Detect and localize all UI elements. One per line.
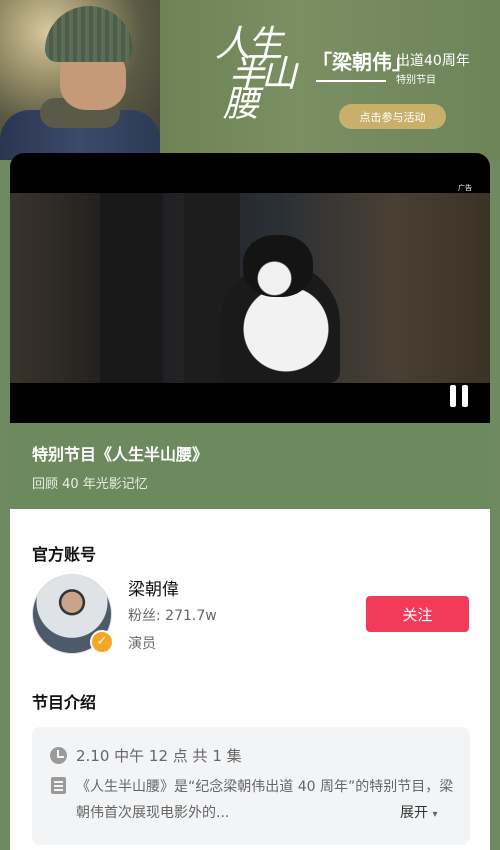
account-fans: 粉丝: 271.7w [128, 608, 217, 624]
program-subtitle: 回顾 40 年光影记忆 [32, 477, 148, 492]
brand-underline [316, 80, 386, 82]
official-account-heading: 官方账号 [32, 545, 97, 564]
chevron-down-icon[interactable]: ▾ [432, 809, 437, 820]
video-player[interactable]: 广告 [10, 153, 490, 423]
account-name[interactable]: 梁朝偉 [128, 575, 179, 600]
schedule-text: 2.10 中午 12 点 共 1 集 [76, 747, 242, 765]
follow-button[interactable]: 关注 [366, 596, 469, 632]
account-role: 演员 [128, 636, 156, 652]
program-info: 特别节目《人生半山腰》 回顾 40 年光影记忆 [10, 423, 490, 509]
banner-photo [0, 0, 160, 160]
program-title: 特别节目《人生半山腰》 [32, 445, 209, 464]
promo-banner[interactable]: 人生 半山 腰 「梁朝伟」 出道40周年 特别节目 点击参与活动 [0, 0, 500, 160]
program-intro-box: 2.10 中午 12 点 共 1 集 《人生半山腰》是“纪念梁朝伟出道 40 周… [32, 727, 470, 845]
program-intro-heading: 节目介绍 [32, 693, 97, 712]
video-scene-legs [100, 193, 240, 383]
verified-icon: ✓ [90, 630, 114, 654]
brand-special: 特别节目 [396, 75, 436, 86]
ad-label: 广告 [458, 184, 472, 192]
join-activity-button[interactable]: 点击参与活动 [339, 104, 446, 129]
calligraphy-title: 人生 半山 腰 [215, 27, 297, 150]
video-scene-dog-head [243, 235, 313, 297]
video-frame[interactable] [10, 193, 490, 383]
banner-photo-hat [45, 6, 133, 62]
brand-anniversary: 出道40周年 [396, 53, 470, 69]
expand-button[interactable]: 展开 ▾ [394, 800, 438, 828]
clock-icon [50, 747, 67, 764]
pause-icon[interactable] [450, 385, 470, 407]
details-panel: 官方账号 ✓ 梁朝偉 粉丝: 271.7w 演员 关注 节目介绍 2.10 中午… [10, 509, 490, 850]
document-icon [51, 777, 66, 794]
expand-label[interactable]: 展开 [400, 805, 428, 821]
